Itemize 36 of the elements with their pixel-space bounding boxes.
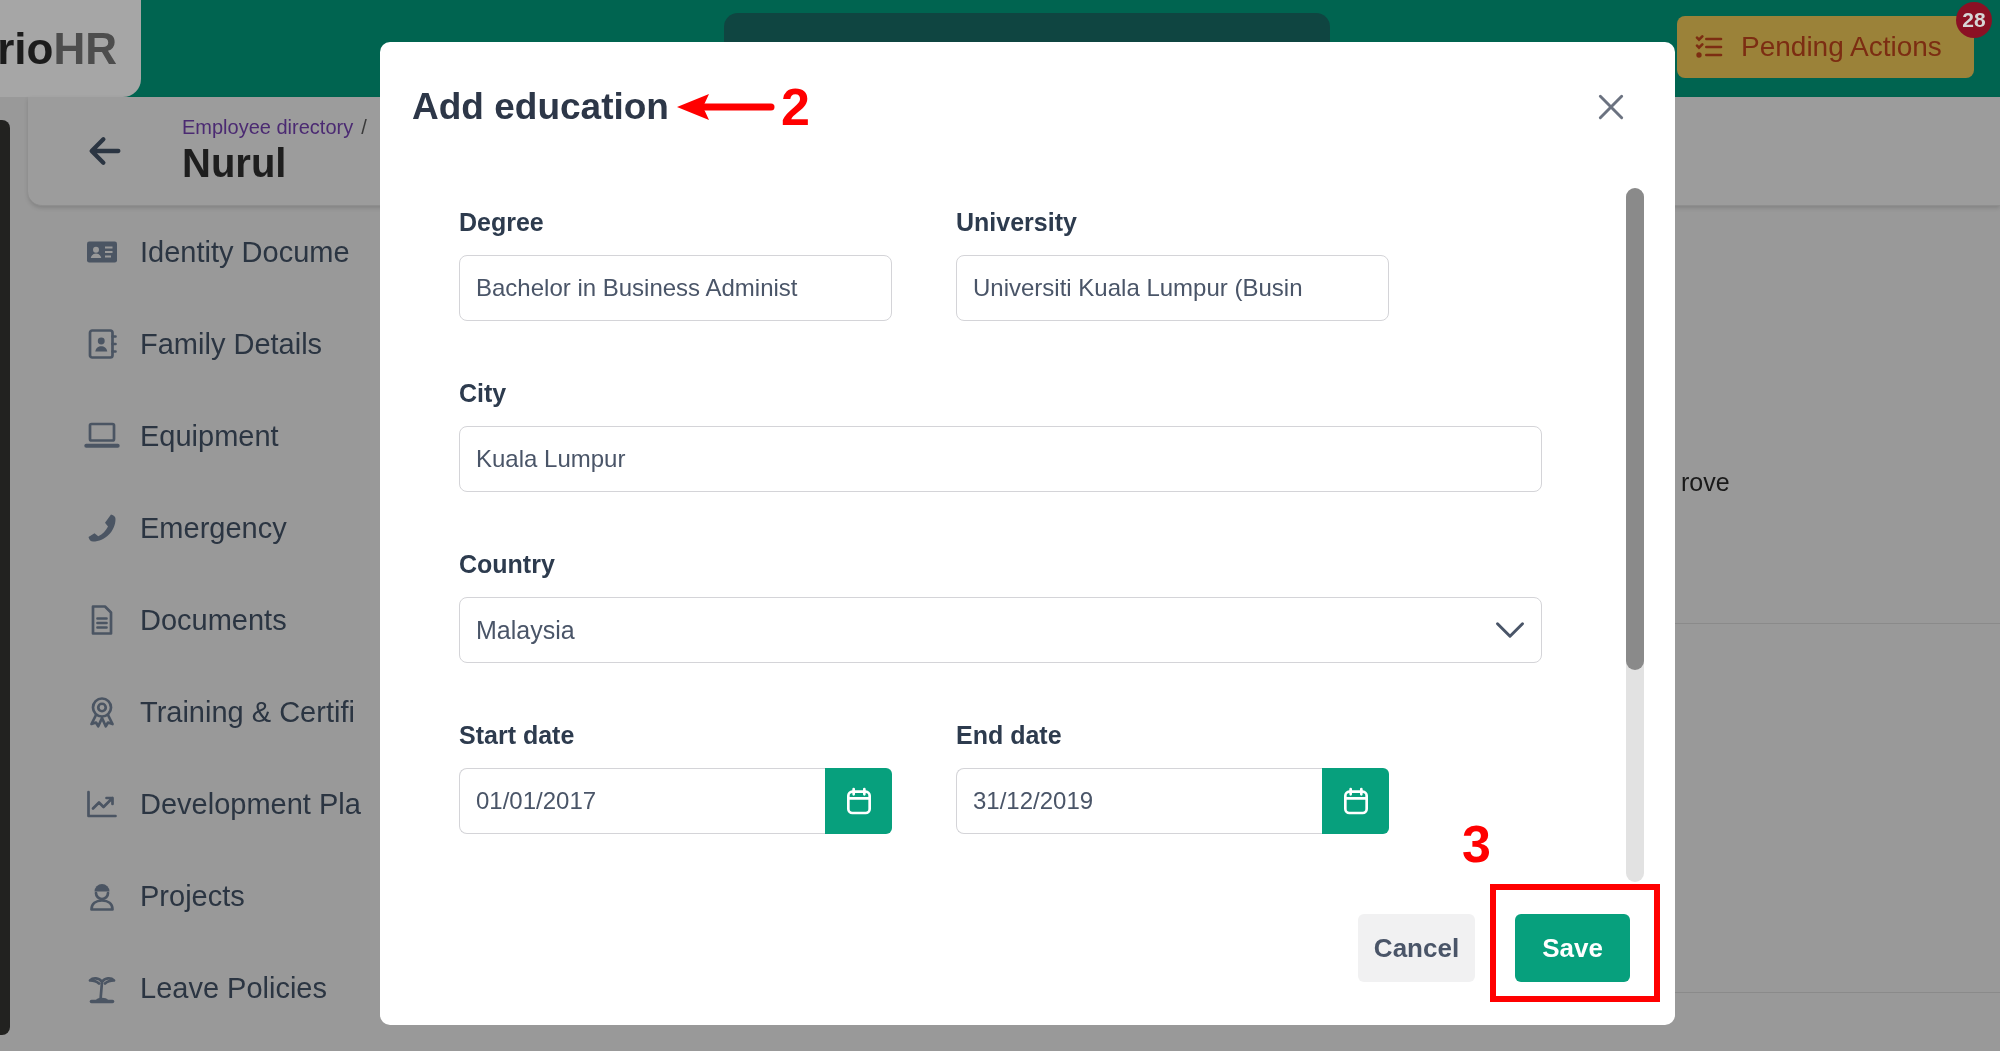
sidebar-item[interactable]: Equipment (84, 390, 436, 482)
employee-name: Nurul (182, 141, 288, 186)
date-input-field[interactable]: 01/01/2017 (459, 768, 825, 834)
field-label: Country (459, 549, 556, 580)
annotation-number: 2 (780, 81, 810, 133)
cancel-button[interactable]: Cancel (1358, 914, 1475, 982)
logo[interactable]: rioHR (0, 0, 141, 97)
field-label: Start date (459, 720, 576, 751)
sidebar-item[interactable]: Family Details (84, 298, 436, 390)
chevron-down-icon (1495, 621, 1525, 639)
input-field[interactable]: Kuala Lumpur (459, 426, 1542, 492)
save-button[interactable]: Save (1515, 914, 1630, 982)
content-text: rove (1681, 468, 1730, 497)
input-field[interactable]: Bachelor in Business Administ (459, 255, 892, 321)
field-label: Degree (459, 207, 545, 238)
input-field[interactable]: Universiti Kuala Lumpur (Busin (956, 255, 1389, 321)
scrollbar[interactable] (1626, 188, 1644, 882)
field-label: University (956, 207, 1078, 238)
sidebar-item[interactable]: Identity Docume (84, 206, 436, 298)
sidebar-item[interactable]: Projects (84, 850, 436, 942)
breadcrumb-link[interactable]: Employee directory (182, 116, 354, 139)
sidebar-item[interactable]: Leave Policies (84, 942, 436, 1034)
annotation-number: 3 (1462, 818, 1491, 870)
sidebar-item[interactable]: Development Pla (84, 758, 436, 850)
date-input-field[interactable]: 31/12/2019 (956, 768, 1322, 834)
breadcrumb-separator: / (361, 116, 367, 139)
sidebar-item[interactable]: Training & Certifi (84, 666, 436, 758)
field-label: End date (956, 720, 1063, 751)
sidebar-item[interactable]: Documents (84, 574, 436, 666)
calendar-button[interactable] (1322, 768, 1389, 834)
dialog-title: Add education (412, 86, 669, 128)
dropdown-field[interactable]: Malaysia (459, 597, 1542, 663)
calendar-button[interactable] (825, 768, 892, 834)
notification-badge: 28 (1956, 2, 1992, 38)
field-label: City (459, 378, 508, 409)
sidebar-item[interactable]: Emergency (84, 482, 436, 574)
